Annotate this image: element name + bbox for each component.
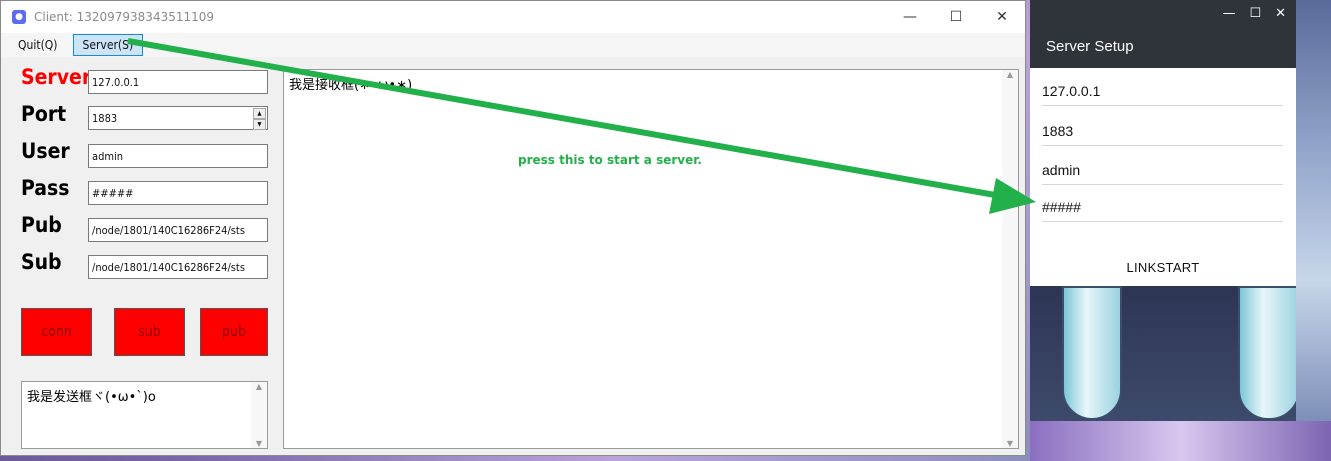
annotation-arrow: [127, 38, 1036, 214]
annotation-text: press this to start a server.: [518, 153, 702, 167]
